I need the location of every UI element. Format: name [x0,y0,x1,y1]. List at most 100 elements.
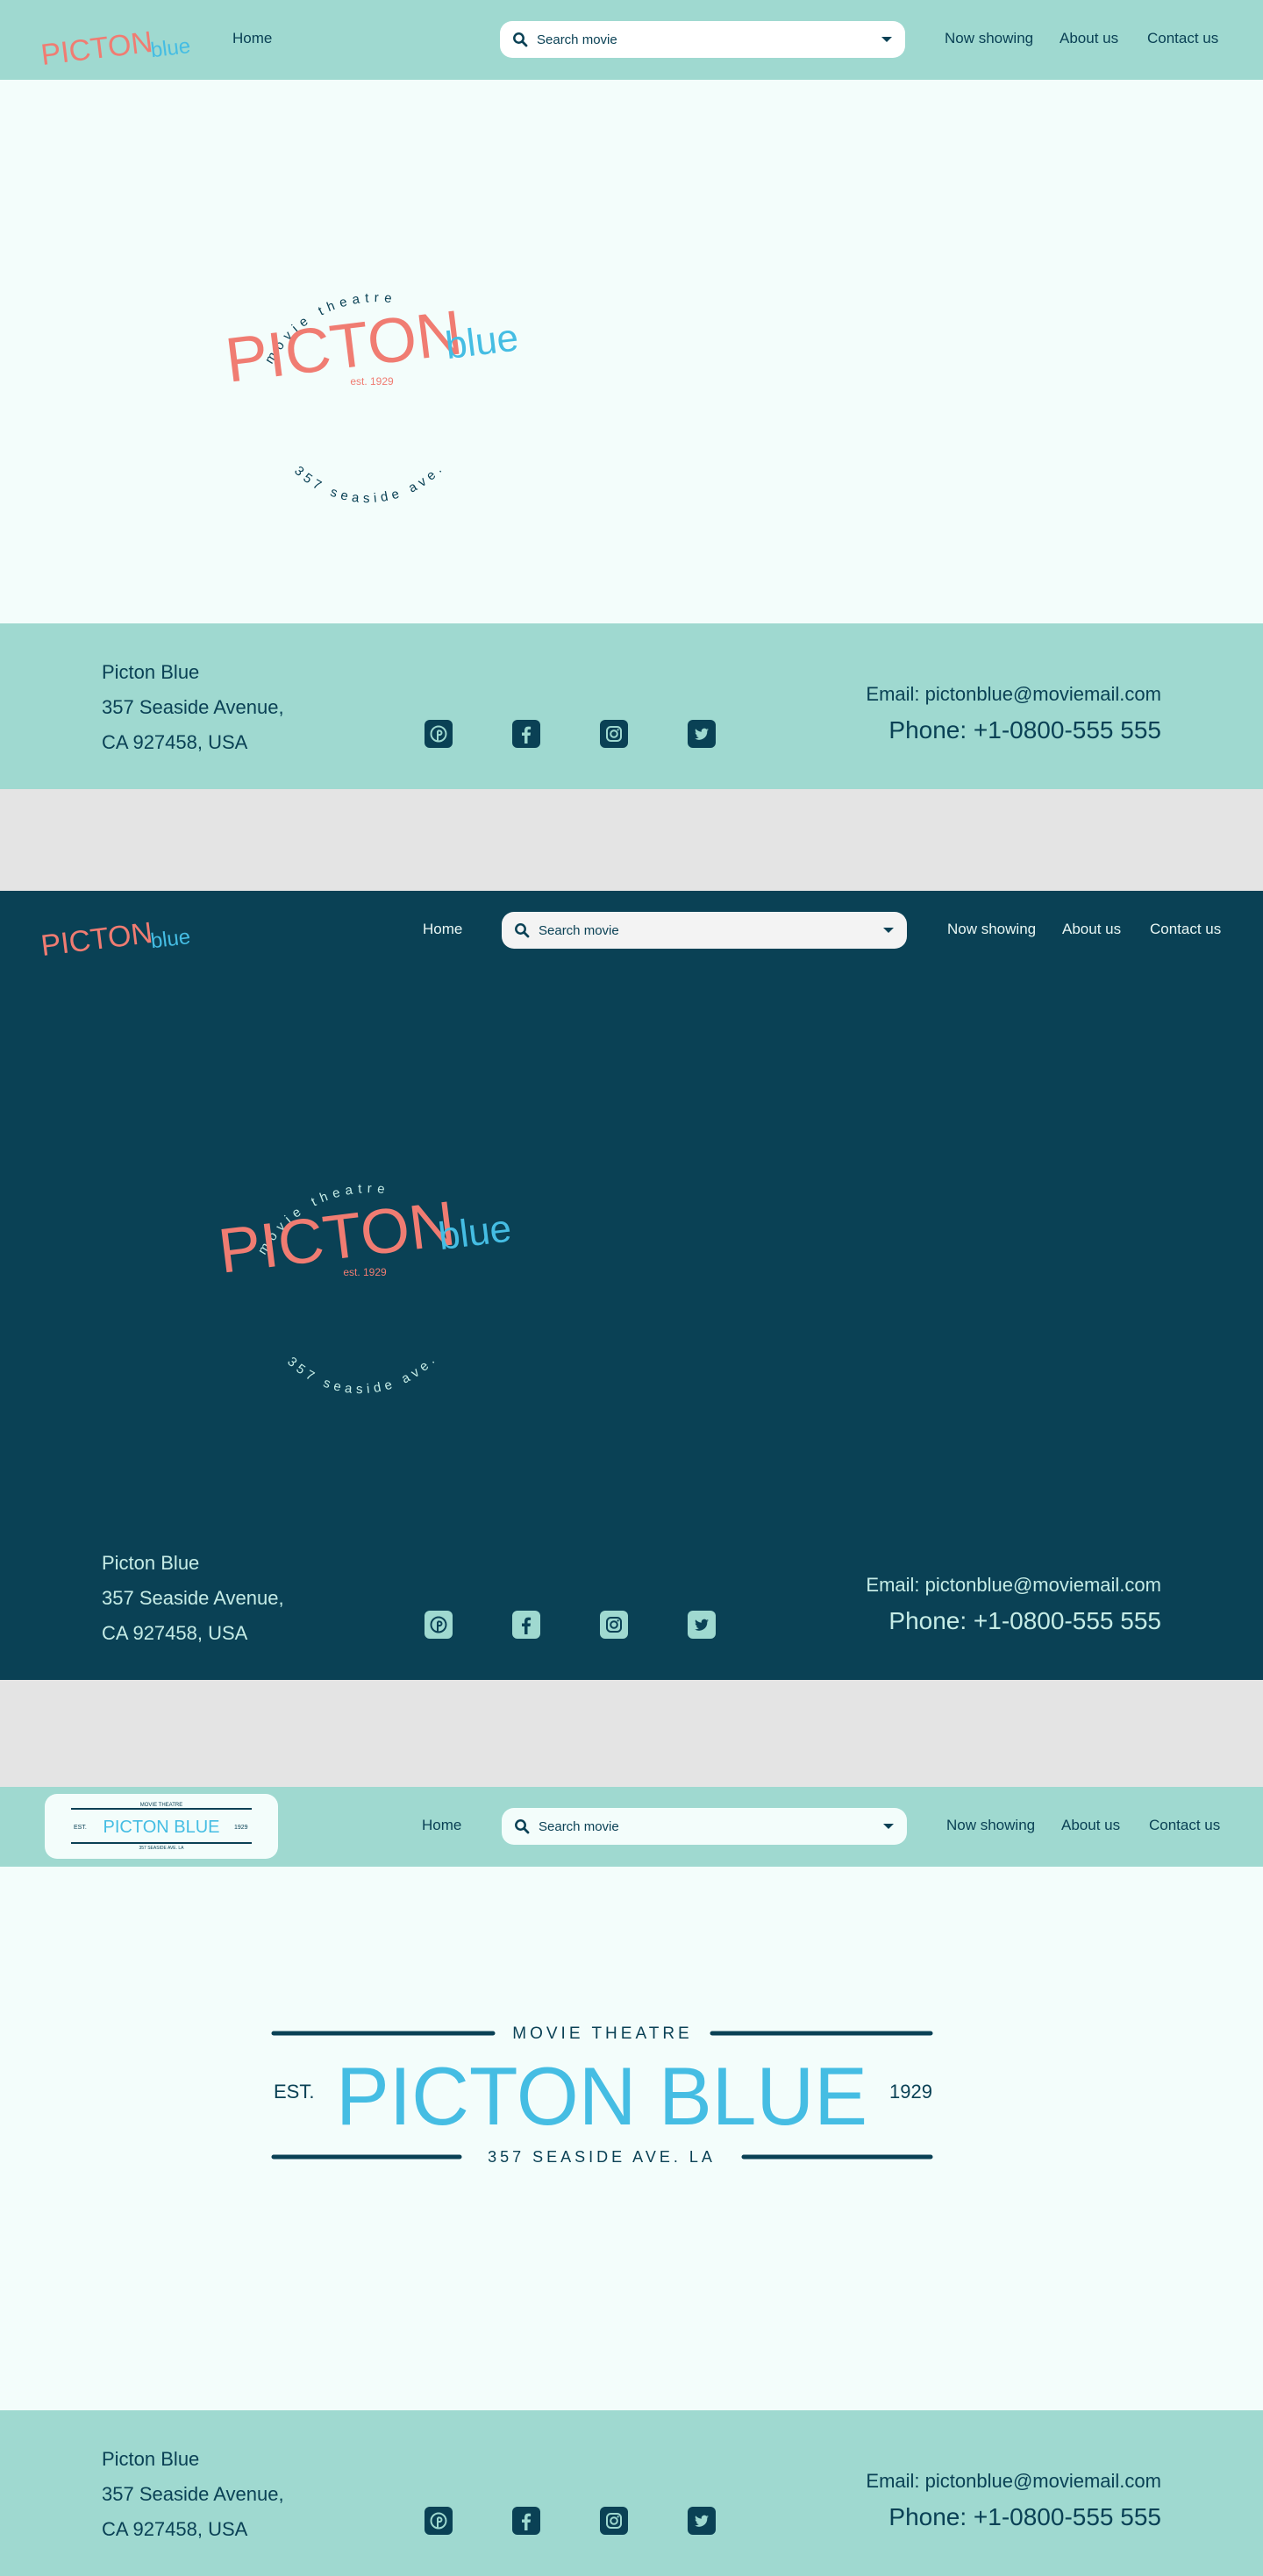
social-links [425,720,716,748]
footer-street: 357 Seaside Avenue, [102,2483,284,2505]
theme-mint-section: PICTON blue Home Search movie Now showin… [0,0,1263,789]
nav-now-showing-link[interactable]: Now showing [945,30,1033,47]
nav-home-link[interactable]: Home [423,921,462,938]
instagram-icon[interactable] [600,720,628,748]
facebook-icon[interactable] [512,2507,540,2535]
caret-down-icon[interactable] [881,35,893,44]
search-input[interactable]: Search movie [500,21,905,58]
nav-now-showing-link[interactable]: Now showing [947,921,1036,938]
footer-street: 357 Seaside Avenue, [102,696,284,718]
footer-city: CA 927458, USA [102,1622,248,1644]
svg-text:357 seaside ave.: 357 seaside ave. [291,459,447,506]
pinterest-icon[interactable] [425,1611,453,1639]
svg-text:357 SEASIDE AVE. LA: 357 SEASIDE AVE. LA [139,1846,184,1851]
nav-about-link[interactable]: About us [1061,1817,1120,1834]
nav-contact-link[interactable]: Contact us [1147,30,1218,47]
footer-email[interactable]: Email: pictonblue@moviemail.com [866,2470,1161,2493]
search-icon [515,923,530,938]
svg-text:1929: 1929 [234,1825,248,1831]
footer-city: CA 927458, USA [102,2518,248,2540]
footer-name: Picton Blue [102,1552,200,1574]
theme-navy-section: PICTON blue Home Search movie Now showin… [0,891,1263,1680]
svg-text:PICTON BLUE: PICTON BLUE [103,1818,220,1837]
pinterest-icon[interactable] [425,2507,453,2535]
svg-text:blue: blue [149,925,191,953]
search-placeholder: Search movie [537,32,617,47]
banner-logo-small: MOVIE THEATRE PICTON BLUE EST. 1929 357 … [71,1803,252,1851]
footer-email[interactable]: Email: pictonblue@moviemail.com [866,1574,1161,1597]
social-links [425,1611,716,1639]
theme-banner-section: MOVIE THEATRE PICTON BLUE EST. 1929 357 … [0,1787,1263,2576]
footer-email[interactable]: Email: pictonblue@moviemail.com [866,683,1161,706]
brand-logo[interactable]: PICTON blue [39,901,193,957]
nav-about-link[interactable]: About us [1060,30,1118,47]
footer-name: Picton Blue [102,661,200,683]
svg-text:PICTON BLUE: PICTON BLUE [336,2050,867,2142]
brand-logo[interactable]: MOVIE THEATRE PICTON BLUE EST. 1929 357 … [45,1794,278,1859]
svg-text:357 seaside ave.: 357 seaside ave. [284,1350,440,1397]
footer-phone[interactable]: Phone: +1-0800-555 555 [866,716,1161,744]
caret-down-icon[interactable] [882,1822,895,1831]
banner-logo: MOVIE THEATRE PICTON BLUE EST. 1929 357 … [271,2025,933,2166]
caret-down-icon[interactable] [882,926,895,935]
footer-contact: Email: pictonblue@moviemail.com Phone: +… [866,2470,1161,2531]
nav-contact-link[interactable]: Contact us [1149,1817,1220,1834]
search-icon [515,1819,530,1834]
svg-text:est. 1929: est. 1929 [350,375,394,388]
circular-logo: movie theatre PICTON blue est. 1929 357 … [215,1181,514,1397]
footer-contact: Email: pictonblue@moviemail.com Phone: +… [866,1574,1161,1635]
twitter-icon[interactable] [688,1611,716,1639]
nav-about-link[interactable]: About us [1062,921,1121,938]
svg-text:EST.: EST. [74,1825,87,1831]
footer-street: 357 Seaside Avenue, [102,1587,284,1609]
nav-home-link[interactable]: Home [422,1817,461,1834]
search-input[interactable]: Search movie [502,1808,907,1845]
search-input[interactable]: Search movie [502,912,907,949]
svg-text:blue: blue [443,316,521,367]
footer-city: CA 927458, USA [102,731,248,753]
search-icon [513,32,528,47]
svg-text:PICTON: PICTON [222,297,466,395]
footer-name: Picton Blue [102,2448,200,2470]
nav-now-showing-link[interactable]: Now showing [946,1817,1035,1834]
svg-text:MOVIE THEATRE: MOVIE THEATRE [140,1803,182,1808]
svg-text:blue: blue [149,34,191,62]
facebook-icon[interactable] [512,720,540,748]
facebook-icon[interactable] [512,1611,540,1639]
hero: movie theatre PICTON blue est. 1929 357 … [0,80,1263,623]
twitter-icon[interactable] [688,720,716,748]
footer-contact: Email: pictonblue@moviemail.com Phone: +… [866,683,1161,744]
pinterest-icon[interactable] [425,720,453,748]
site-footer: Picton Blue 357 Seaside Avenue, CA 92745… [0,623,1263,789]
top-nav: PICTON blue Home Search movie Now showin… [0,891,1263,971]
circular-logo: movie theatre PICTON blue est. 1929 357 … [222,290,521,506]
svg-text:PICTON: PICTON [215,1188,459,1286]
footer-phone[interactable]: Phone: +1-0800-555 555 [866,1607,1161,1635]
nav-contact-link[interactable]: Contact us [1150,921,1221,938]
twitter-icon[interactable] [688,2507,716,2535]
search-placeholder: Search movie [539,1818,619,1834]
footer-address: Picton Blue 357 Seaside Avenue, CA 92745… [102,1546,284,1651]
hero: MOVIE THEATRE PICTON BLUE EST. 1929 357 … [0,1867,1263,2410]
svg-text:EST.: EST. [274,2081,314,2103]
instagram-icon[interactable] [600,1611,628,1639]
social-links [425,2507,716,2535]
footer-address: Picton Blue 357 Seaside Avenue, CA 92745… [102,2442,284,2547]
top-nav: PICTON blue Home Search movie Now showin… [0,0,1263,80]
top-nav: MOVIE THEATRE PICTON BLUE EST. 1929 357 … [0,1787,1263,1867]
svg-text:blue: blue [436,1206,514,1258]
svg-text:est. 1929: est. 1929 [343,1266,387,1278]
footer-address: Picton Blue 357 Seaside Avenue, CA 92745… [102,655,284,760]
brand-logo[interactable]: PICTON blue [39,11,193,67]
svg-text:PICTON: PICTON [39,25,155,67]
search-placeholder: Search movie [539,922,619,938]
site-footer: Picton Blue 357 Seaside Avenue, CA 92745… [0,2410,1263,2576]
footer-phone[interactable]: Phone: +1-0800-555 555 [866,2503,1161,2531]
svg-text:MOVIE THEATRE: MOVIE THEATRE [512,2025,692,2043]
svg-text:357 SEASIDE AVE. LA: 357 SEASIDE AVE. LA [488,2148,716,2166]
hero: movie theatre PICTON blue est. 1929 357 … [0,971,1263,1514]
instagram-icon[interactable] [600,2507,628,2535]
svg-text:PICTON: PICTON [39,916,155,957]
site-footer: Picton Blue 357 Seaside Avenue, CA 92745… [0,1514,1263,1680]
nav-home-link[interactable]: Home [232,30,272,47]
